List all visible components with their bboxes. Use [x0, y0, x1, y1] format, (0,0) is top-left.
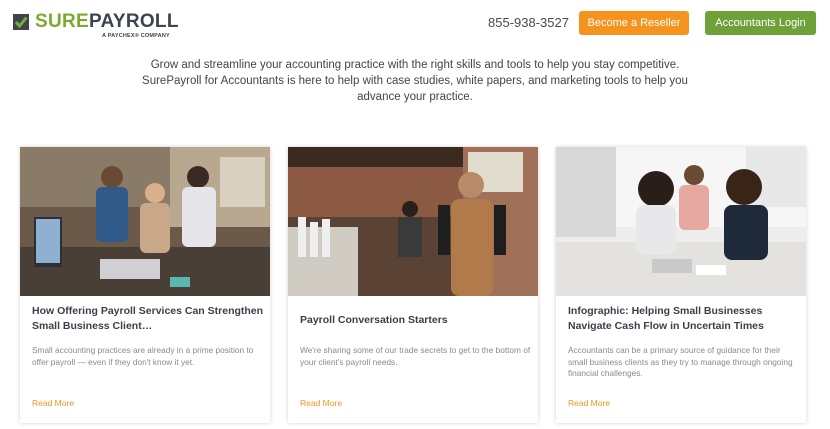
intro-line-3: advance your practice. — [357, 91, 473, 103]
article-card[interactable]: Payroll Conversation Starters We're shar… — [288, 147, 538, 423]
accountants-login-button[interactable]: Accountants Login — [705, 11, 816, 35]
article-card[interactable]: How Offering Payroll Services Can Streng… — [20, 147, 270, 423]
card-description: Small accounting practices are already i… — [32, 345, 254, 367]
site-header: SUREPAYROLL A PAYCHEX® COMPANY 855-938-3… — [0, 0, 830, 52]
checkmark-logo-icon — [13, 14, 29, 30]
become-reseller-button[interactable]: Become a Reseller — [579, 11, 689, 35]
card-image-cafe-owner[interactable] — [288, 147, 538, 296]
card-title[interactable]: How Offering Payroll Services Can Streng… — [32, 304, 264, 334]
read-more-link[interactable]: Read More — [300, 398, 342, 408]
article-card[interactable]: Infographic: Helping Small Businesses Na… — [556, 147, 806, 423]
phone-number[interactable]: 855-938-3527 — [488, 15, 569, 31]
logo-tagline: A PAYCHEX® COMPANY — [102, 33, 170, 39]
logo-sure-text: SURE — [35, 11, 89, 32]
card-title[interactable]: Payroll Conversation Starters — [300, 313, 532, 328]
read-more-link[interactable]: Read More — [568, 398, 610, 408]
card-title[interactable]: Infographic: Helping Small Businesses Na… — [568, 304, 800, 334]
card-description: Accountants can be a primary source of g… — [568, 345, 793, 378]
card-image-office-team[interactable] — [20, 147, 270, 296]
logo-payroll-text: PAYROLL — [89, 11, 179, 32]
logo-wordmark: SUREPAYROLL — [35, 11, 179, 33]
intro-line-1: Grow and streamline your accounting prac… — [150, 59, 680, 71]
intro-line-2: SurePayroll for Accountants is here to h… — [142, 75, 688, 87]
surepayroll-logo[interactable]: SUREPAYROLL A PAYCHEX® COMPANY — [13, 11, 203, 41]
card-description: We're sharing some of our trade secrets … — [300, 345, 531, 367]
card-image-meeting-table[interactable] — [556, 147, 806, 296]
read-more-link[interactable]: Read More — [32, 398, 74, 408]
intro-text: Grow and streamline your accounting prac… — [140, 57, 690, 105]
